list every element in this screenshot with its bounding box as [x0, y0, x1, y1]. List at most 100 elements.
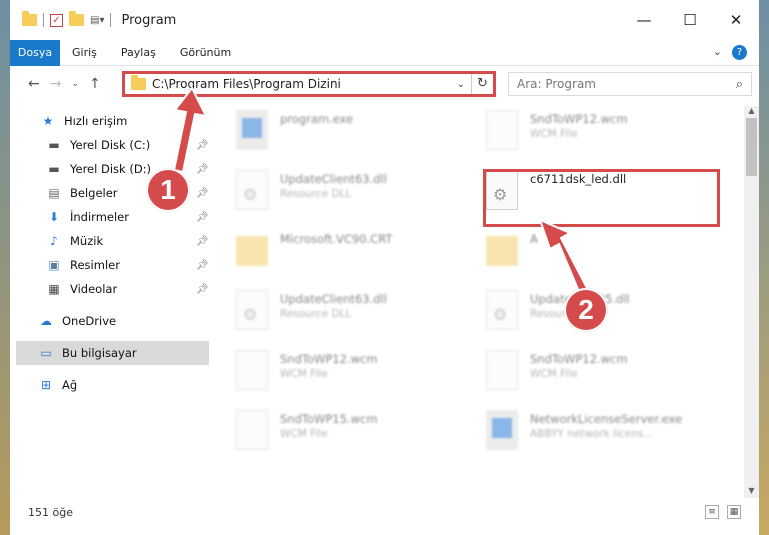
file-icon: [236, 350, 268, 390]
folder-item[interactable]: A: [472, 228, 702, 280]
title-bar: ✓ ▤▾ Program — ☐ ✕: [10, 0, 759, 40]
minimize-button[interactable]: —: [621, 0, 667, 40]
folder-icon: [131, 75, 146, 90]
sidebar-item-videos[interactable]: ▦ Videolar: [46, 277, 117, 301]
file-name: SndToWP12.wcm: [530, 112, 628, 126]
pin-icon[interactable]: 📌︎: [196, 140, 209, 151]
file-item[interactable]: SndToWP15.wcm WCM File: [222, 408, 452, 460]
file-item[interactable]: program.exe: [222, 108, 452, 160]
sidebar-item-label: Videolar: [70, 282, 118, 296]
vertical-scrollbar[interactable]: ▲ ▼: [744, 106, 759, 498]
drive-icon: ▬: [48, 162, 60, 176]
address-path[interactable]: C:\Program Files\Program Dizini: [152, 77, 451, 91]
file-icon: [486, 350, 518, 390]
file-name: UpdateClient63.dll: [280, 172, 387, 186]
file-type: WCM File: [280, 368, 328, 380]
folder-icon: [22, 11, 37, 26]
dll-file-icon: [486, 290, 518, 330]
customize-toolbar-icon[interactable]: ▤▾: [90, 15, 104, 26]
sidebar-item-onedrive[interactable]: ☁ OneDrive: [38, 309, 116, 333]
file-item[interactable]: UpdateClient63.dll Resource DLL: [222, 288, 452, 340]
pictures-icon: ▣: [48, 258, 60, 272]
target-file-highlight: [483, 169, 720, 227]
sidebar-item-pictures[interactable]: ▣ Resimler: [46, 253, 120, 277]
divider: [110, 13, 112, 27]
maximize-button[interactable]: ☐: [667, 0, 713, 40]
dll-file-icon: [236, 170, 268, 210]
new-folder-icon[interactable]: [69, 11, 84, 26]
file-type: WCM File: [530, 128, 578, 140]
file-item[interactable]: SndToWP12.wcm WCM File: [472, 348, 702, 400]
close-button[interactable]: ✕: [713, 0, 759, 40]
desktop-edge-right: [759, 0, 769, 535]
help-icon[interactable]: ?: [732, 45, 747, 60]
up-icon[interactable]: ↑: [89, 76, 101, 92]
details-view-icon[interactable]: ≡: [705, 505, 719, 519]
folder-icon: [236, 236, 268, 266]
item-count: 151 öğe: [28, 505, 73, 519]
sidebar-item-local-disk-c[interactable]: ▬ Yerel Disk (C:): [46, 133, 150, 157]
forward-icon[interactable]: →: [50, 76, 62, 92]
search-icon[interactable]: ⌕: [736, 77, 743, 92]
expand-ribbon-icon[interactable]: ⌄: [713, 45, 722, 60]
file-type: WCM File: [280, 428, 328, 440]
pin-icon[interactable]: 📌︎: [196, 164, 209, 175]
address-dropdown-icon[interactable]: ⌄: [451, 79, 471, 90]
sidebar-item-label: Ağ: [62, 378, 78, 392]
scroll-thumb[interactable]: [746, 118, 757, 176]
computer-icon: ▭: [40, 346, 52, 360]
sidebar-item-local-disk-d[interactable]: ▬ Yerel Disk (D:): [46, 157, 151, 181]
sidebar-item-label: Müzik: [70, 234, 104, 248]
download-icon: ⬇: [48, 210, 60, 224]
scroll-up-icon[interactable]: ▲: [744, 106, 759, 118]
folder-icon: [486, 236, 518, 266]
sidebar-item-label: Yerel Disk (D:): [70, 162, 152, 176]
file-name: SndToWP12.wcm: [530, 352, 628, 366]
address-bar[interactable]: C:\Program Files\Program Dizini ⌄ ↻: [122, 71, 496, 97]
explorer-window: ✓ ▤▾ Program — ☐ ✕ Dosya Giriş Paylaş Gö…: [0, 0, 769, 535]
file-item[interactable]: SndToWP12.wcm WCM File: [472, 108, 702, 160]
sidebar-item-quick-access[interactable]: ★ Hızlı erişim: [40, 109, 128, 133]
file-item[interactable]: SndToWP12.wcm WCM File: [222, 348, 452, 400]
callout-badge-2: 2: [564, 288, 608, 332]
sidebar-item-label: Yerel Disk (C:): [70, 138, 151, 152]
sidebar-item-label: Belgeler: [70, 186, 118, 200]
sidebar-item-music[interactable]: ♪ Müzik: [46, 229, 103, 253]
ribbon-tabs: Dosya Giriş Paylaş Görünüm ⌄ ?: [10, 39, 759, 66]
search-input[interactable]: Ara: Program: [517, 77, 596, 91]
music-icon: ♪: [50, 234, 58, 248]
pin-icon[interactable]: 📌︎: [196, 236, 209, 247]
large-icons-view-icon[interactable]: ▦: [727, 505, 741, 519]
file-item[interactable]: UpdateClient63.dll Resource DLL: [222, 168, 452, 220]
sidebar-item-downloads[interactable]: ⬇ İndirmeler: [46, 205, 129, 229]
address-row: ← → ⌄ ↑ C:\Program Files\Program Dizini …: [10, 67, 759, 101]
tab-share[interactable]: Paylaş: [109, 46, 168, 59]
sidebar-item-network[interactable]: ⊞ Ağ: [38, 373, 77, 397]
sidebar-item-documents[interactable]: ▤ Belgeler: [46, 181, 118, 205]
back-icon[interactable]: ←: [28, 76, 40, 92]
pin-icon[interactable]: 📌︎: [196, 284, 209, 295]
network-icon: ⊞: [40, 378, 52, 392]
window-title: Program: [121, 12, 177, 28]
file-name: UpdateClient63.dll: [280, 292, 387, 306]
properties-icon[interactable]: ✓: [50, 13, 63, 27]
file-icon: [486, 110, 518, 150]
sidebar-item-label: Resimler: [70, 258, 120, 272]
file-name: SndToWP15.wcm: [280, 412, 378, 426]
tab-view[interactable]: Görünüm: [168, 46, 243, 59]
tab-home[interactable]: Giriş: [60, 46, 109, 59]
sidebar-item-this-pc[interactable]: ▭ Bu bilgisayar: [16, 341, 209, 365]
refresh-icon[interactable]: ↻: [471, 74, 493, 94]
pin-icon[interactable]: 📌︎: [196, 188, 209, 199]
folder-item[interactable]: Microsoft.VC90.CRT: [222, 228, 452, 280]
search-box[interactable]: Ara: Program ⌕: [508, 72, 752, 96]
tab-file[interactable]: Dosya: [10, 39, 60, 66]
file-type: WCM File: [530, 368, 578, 380]
pin-icon[interactable]: 📌︎: [196, 260, 209, 271]
file-type: Resource DLL: [280, 308, 352, 320]
file-item[interactable]: NetworkLicenseServer.exe ABBYY network li…: [472, 408, 702, 460]
recent-locations-icon[interactable]: ⌄: [71, 79, 79, 89]
scroll-down-icon[interactable]: ▼: [744, 486, 759, 498]
documents-icon: ▤: [48, 186, 60, 200]
pin-icon[interactable]: 📌︎: [196, 212, 209, 223]
